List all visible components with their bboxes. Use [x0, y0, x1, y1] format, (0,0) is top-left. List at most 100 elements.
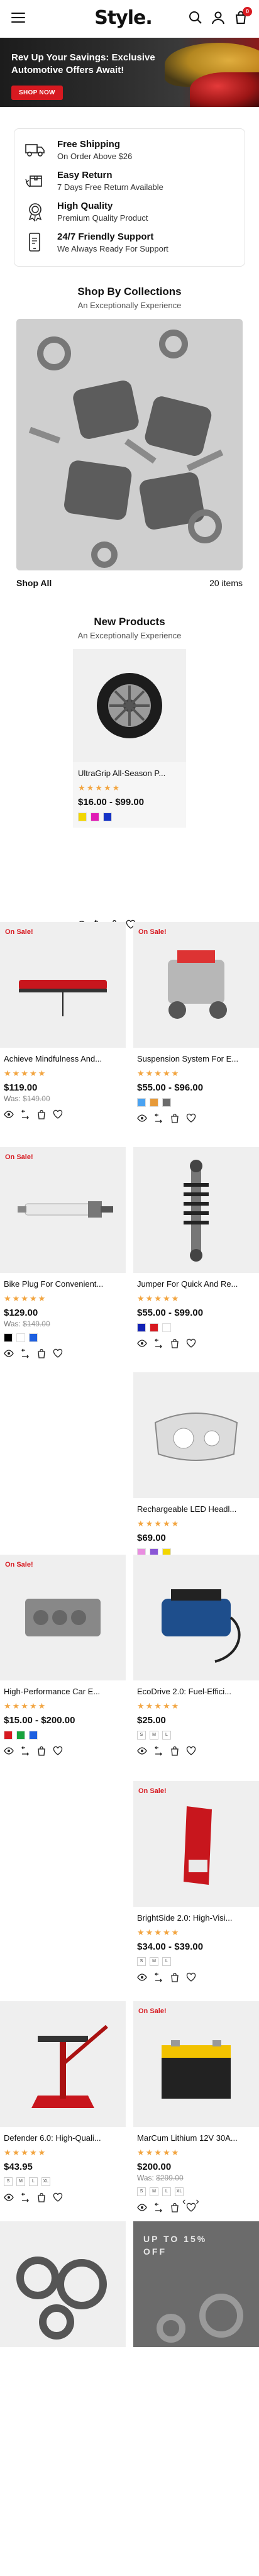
user-icon[interactable] — [211, 11, 225, 25]
product-name[interactable]: Rechargeable LED Headl... — [137, 1504, 255, 1514]
product-card[interactable]: On Sale! High-Performance Car E... ★★★★★ $1… — [0, 1555, 126, 1756]
add-to-cart-bag-icon[interactable] — [170, 1746, 180, 1756]
size-option[interactable]: L — [29, 2177, 38, 2186]
compare-icon[interactable] — [153, 1972, 163, 1982]
product-card[interactable]: On Sale! Bike Plug For Convenient... ★★★★★… — [0, 1147, 126, 1358]
quick-view-eye-icon[interactable] — [4, 2192, 14, 2202]
product-card[interactable]: Jumper For Quick And Re... ★★★★★ $55.00 - … — [133, 1147, 259, 1348]
product-card[interactable]: On Sale! MarCum Lithium 12V 30A... ★★★★★ $2… — [133, 2001, 259, 2212]
product-card[interactable]: On Sale! Achieve Mindfulness And... ★★★★★ $… — [0, 922, 126, 1119]
compare-icon[interactable] — [20, 2192, 30, 2202]
compare-icon[interactable] — [20, 1348, 30, 1358]
compare-icon[interactable] — [153, 1746, 163, 1756]
product-card-featured[interactable]: UltraGrip All-Season P... ★★★★★ $16.00 -… — [73, 649, 186, 930]
add-to-cart-bag-icon[interactable] — [36, 1109, 47, 1119]
product-name[interactable]: UltraGrip All-Season P... — [78, 769, 181, 778]
quick-view-eye-icon[interactable] — [4, 1348, 14, 1358]
next-arrow-icon[interactable]: › — [196, 2196, 199, 2207]
product-card[interactable]: On Sale! Suspension System For E... ★★★★★ $… — [133, 922, 259, 1123]
size-option[interactable]: S — [137, 1957, 146, 1966]
bearings-image[interactable] — [0, 2221, 126, 2347]
size-option[interactable]: L — [162, 1731, 171, 1740]
product-name[interactable]: Defender 6.0: High-Quali... — [4, 2133, 122, 2143]
size-option[interactable]: XL — [175, 2187, 184, 2196]
product-image-spark-plug[interactable]: On Sale! — [0, 1147, 126, 1273]
promo-banner[interactable]: UP TO 15% OFF — [133, 2221, 259, 2347]
quick-view-eye-icon[interactable] — [137, 1746, 147, 1756]
collection-card[interactable]: Shop All 20 items — [16, 319, 243, 588]
add-to-cart-bag-icon[interactable] — [36, 1746, 47, 1756]
cart-icon[interactable]: 0 — [234, 7, 252, 25]
color-swatch[interactable] — [29, 1333, 38, 1342]
product-image-compressor[interactable] — [133, 1555, 259, 1680]
compare-icon[interactable] — [153, 1113, 163, 1123]
size-option[interactable]: M — [150, 1957, 158, 1966]
compare-icon[interactable] — [20, 1109, 30, 1119]
wishlist-heart-icon[interactable] — [53, 1348, 63, 1358]
wishlist-heart-icon[interactable] — [53, 1109, 63, 1119]
wishlist-heart-icon[interactable] — [186, 1972, 196, 1982]
product-image-brake-light[interactable]: On Sale! — [0, 922, 126, 1048]
color-swatch[interactable] — [137, 1098, 146, 1107]
size-option[interactable]: L — [162, 2187, 171, 2196]
wishlist-heart-icon[interactable] — [186, 1338, 196, 1348]
color-swatch[interactable] — [16, 1333, 25, 1342]
add-to-cart-bag-icon[interactable] — [170, 2202, 180, 2212]
product-image-engine-block[interactable]: On Sale! — [0, 1555, 126, 1680]
color-swatch[interactable] — [103, 813, 112, 821]
product-name[interactable]: BrightSide 2.0: High-Visi... — [137, 1913, 255, 1923]
compare-icon[interactable] — [153, 1338, 163, 1348]
product-name[interactable]: EcoDrive 2.0: Fuel-Effici... — [137, 1687, 255, 1696]
color-swatch[interactable] — [16, 1731, 25, 1740]
collection-image[interactable] — [16, 319, 243, 570]
wishlist-heart-icon[interactable] — [186, 1113, 196, 1123]
shop-all-link[interactable]: Shop All — [16, 578, 52, 588]
color-swatch[interactable] — [29, 1731, 38, 1740]
site-logo[interactable]: Style. — [94, 7, 153, 29]
product-image-headlight[interactable] — [133, 1372, 259, 1498]
product-image-jack[interactable] — [0, 2001, 126, 2127]
color-swatch[interactable] — [150, 1323, 158, 1332]
color-swatch[interactable] — [150, 1098, 158, 1107]
size-option[interactable]: S — [137, 2187, 146, 2196]
quick-view-eye-icon[interactable] — [137, 1338, 147, 1348]
product-name[interactable]: Jumper For Quick And Re... — [137, 1279, 255, 1289]
quick-view-eye-icon[interactable] — [137, 1113, 147, 1123]
size-option[interactable]: S — [137, 1731, 146, 1740]
product-name[interactable]: Suspension System For E... — [137, 1054, 255, 1063]
product-image-engine[interactable]: On Sale! — [133, 922, 259, 1048]
product-image-tail-light[interactable]: On Sale! — [133, 1781, 259, 1907]
prev-arrow-icon[interactable]: ‹ — [182, 2196, 185, 2207]
add-to-cart-bag-icon[interactable] — [170, 1338, 180, 1348]
search-icon[interactable] — [189, 11, 202, 25]
product-name[interactable]: High-Performance Car E... — [4, 1687, 122, 1696]
compare-icon[interactable] — [20, 1746, 30, 1756]
size-option[interactable]: L — [162, 1957, 171, 1966]
size-option[interactable]: XL — [41, 2177, 50, 2186]
product-card[interactable]: EcoDrive 2.0: Fuel-Effici... ★★★★★ $25.00 S… — [133, 1555, 259, 1756]
color-swatch[interactable] — [162, 1323, 171, 1332]
shop-now-button[interactable]: SHOP NOW — [11, 86, 63, 100]
wishlist-heart-icon[interactable] — [186, 1746, 196, 1756]
color-swatch[interactable] — [91, 813, 99, 821]
add-to-cart-bag-icon[interactable] — [170, 1972, 180, 1982]
add-to-cart-bag-icon[interactable] — [170, 1113, 180, 1123]
add-to-cart-bag-icon[interactable] — [36, 2192, 47, 2202]
product-image-tire[interactable] — [73, 649, 186, 762]
product-card[interactable]: Rechargeable LED Headl... ★★★★★ $69.00 — [133, 1372, 259, 1574]
color-swatch[interactable] — [78, 813, 87, 821]
size-option[interactable]: M — [150, 1731, 158, 1740]
quick-view-eye-icon[interactable] — [4, 1746, 14, 1756]
quick-view-eye-icon[interactable] — [137, 1972, 147, 1982]
quick-view-eye-icon[interactable] — [4, 1109, 14, 1119]
product-card[interactable]: Defender 6.0: High-Quali... ★★★★★ $43.95 S M… — [0, 2001, 126, 2202]
menu-icon[interactable] — [11, 13, 25, 23]
quick-view-eye-icon[interactable] — [137, 2202, 147, 2212]
color-swatch[interactable] — [137, 1323, 146, 1332]
size-option[interactable]: M — [16, 2177, 25, 2186]
size-option[interactable]: M — [150, 2187, 158, 2196]
product-image-battery[interactable]: On Sale! — [133, 2001, 259, 2127]
product-name[interactable]: Bike Plug For Convenient... — [4, 1279, 122, 1289]
size-option[interactable]: S — [4, 2177, 13, 2186]
compare-icon[interactable] — [153, 2202, 163, 2212]
